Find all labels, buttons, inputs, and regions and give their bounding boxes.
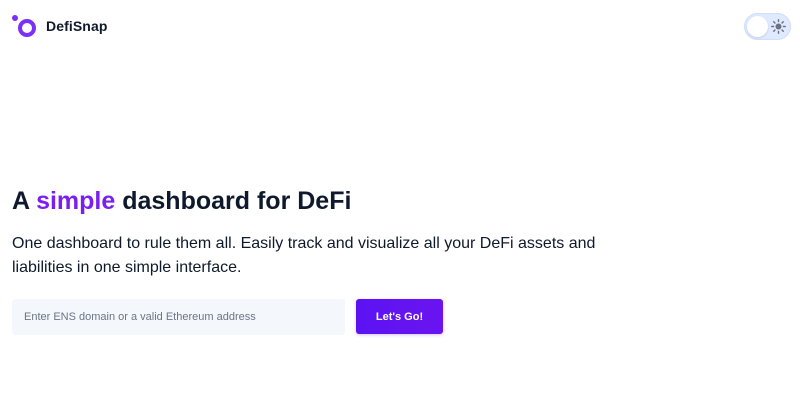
sun-icon bbox=[771, 19, 786, 34]
toggle-knob bbox=[747, 16, 768, 37]
brand-name: DefiSnap bbox=[46, 18, 108, 34]
address-input[interactable] bbox=[12, 299, 345, 335]
headline: A simple dashboard for DeFi bbox=[12, 186, 792, 216]
headline-prefix: A bbox=[12, 187, 37, 215]
lets-go-button[interactable]: Let's Go! bbox=[356, 299, 443, 334]
headline-accent: simple bbox=[36, 187, 116, 215]
header: DefiSnap bbox=[0, 0, 800, 52]
hero-subtitle: One dashboard to rule them all. Easily t… bbox=[12, 235, 596, 276]
logo[interactable]: DefiSnap bbox=[12, 13, 107, 39]
hero: A simple dashboard for DeFi One dashboar… bbox=[12, 186, 792, 280]
defisnap-logo-icon bbox=[12, 13, 38, 39]
theme-toggle[interactable] bbox=[744, 13, 791, 40]
search-row: Let's Go! bbox=[12, 299, 452, 335]
headline-suffix: dashboard for DeFi bbox=[115, 187, 352, 215]
